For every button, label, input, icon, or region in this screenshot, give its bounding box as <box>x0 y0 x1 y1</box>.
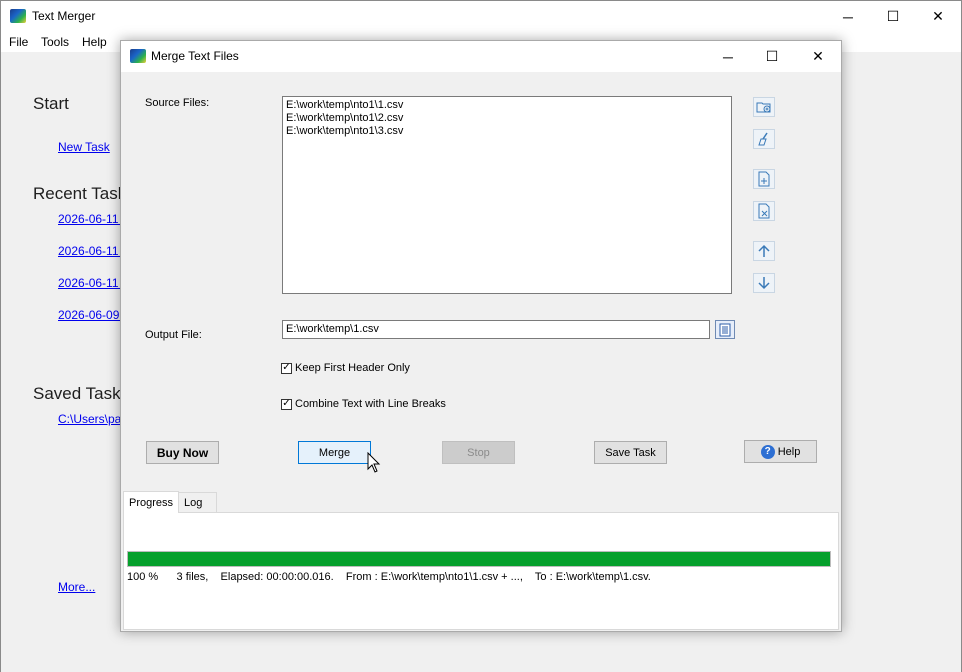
progress-fill <box>128 552 830 566</box>
combine-label: Combine Text with Line Breaks <box>295 398 446 410</box>
output-file-field[interactable]: E:\work\temp\1.csv <box>282 320 710 339</box>
start-heading: Start <box>33 94 69 113</box>
output-file-label: Output File: <box>145 329 202 341</box>
more-link[interactable]: More... <box>58 580 95 594</box>
stop-button[interactable]: Stop <box>442 441 515 464</box>
list-item[interactable]: E:\work\temp\nto1\3.csv <box>286 125 728 138</box>
mouse-cursor-icon <box>367 452 381 473</box>
progress-status-text: 100 % 3 files, Elapsed: 00:00:00.016. Fr… <box>127 571 651 583</box>
recent-item[interactable]: 2026-06-09 1 <box>58 308 129 322</box>
recent-item[interactable]: 2026-06-11 1 <box>58 212 129 226</box>
maximize-button[interactable]: ☐ <box>870 1 916 32</box>
clear-list-button[interactable] <box>753 129 775 149</box>
add-file-icon <box>758 171 770 187</box>
keep-header-option[interactable]: ✓ Keep First Header Only <box>281 362 410 374</box>
menu-help[interactable]: Help <box>82 35 107 49</box>
progress-panel: 100 % 3 files, Elapsed: 00:00:00.016. Fr… <box>123 512 839 630</box>
move-up-button[interactable] <box>753 241 775 261</box>
help-label: Help <box>777 445 801 458</box>
browse-output-button[interactable] <box>715 320 735 339</box>
move-down-button[interactable] <box>753 273 775 293</box>
tab-log[interactable]: Log <box>178 492 217 512</box>
list-item[interactable]: E:\work\temp\nto1\2.csv <box>286 112 728 125</box>
dialog-maximize-button[interactable]: ☐ <box>749 41 795 72</box>
app-title: Text Merger <box>32 9 96 23</box>
saved-item[interactable]: C:\Users\par <box>58 412 125 426</box>
new-task-link[interactable]: New Task <box>58 140 110 154</box>
recent-item[interactable]: 2026-06-11 1 <box>58 276 129 290</box>
saved-heading: Saved Tasks <box>33 384 130 403</box>
merge-dialog: Merge Text Files ─ ☐ ✕ Source Files: E:\… <box>120 40 842 632</box>
add-file-button[interactable] <box>753 169 775 189</box>
menu-tools[interactable]: Tools <box>41 35 69 49</box>
remove-file-icon <box>758 203 770 219</box>
recent-heading: Recent Task <box>33 184 127 203</box>
move-down-icon <box>758 277 770 290</box>
tab-progress[interactable]: Progress <box>123 491 179 513</box>
keep-header-label: Keep First Header Only <box>295 362 410 374</box>
add-folder-icon <box>756 102 771 113</box>
list-item[interactable]: E:\work\temp\nto1\1.csv <box>286 99 728 112</box>
source-files-list[interactable]: E:\work\temp\nto1\1.csv E:\work\temp\nto… <box>282 96 732 294</box>
help-icon: ? <box>760 444 775 459</box>
browse-icon <box>719 323 731 336</box>
dialog-close-button[interactable]: ✕ <box>795 41 841 72</box>
clear-list-icon <box>758 132 768 146</box>
tab-bar: Progress Log <box>121 491 841 513</box>
add-folder-button[interactable] <box>753 97 775 117</box>
save-task-button[interactable]: Save Task <box>594 441 667 464</box>
remove-file-button[interactable] <box>753 201 775 221</box>
minimize-button[interactable]: ─ <box>825 1 871 32</box>
app-icon <box>130 49 146 63</box>
combine-checkbox[interactable]: ✓ <box>281 398 292 410</box>
recent-item[interactable]: 2026-06-11 1 <box>58 244 129 258</box>
close-button[interactable]: ✕ <box>915 1 961 32</box>
progress-bar <box>127 551 831 567</box>
main-titlebar: Text Merger ─ ☐ ✕ <box>1 1 961 32</box>
menu-file[interactable]: File <box>9 35 28 49</box>
merge-button[interactable]: Merge <box>298 441 371 464</box>
source-files-label: Source Files: <box>145 97 210 109</box>
dialog-title: Merge Text Files <box>151 49 239 63</box>
combine-option[interactable]: ✓ Combine Text with Line Breaks <box>281 398 446 410</box>
app-icon <box>10 9 26 23</box>
dialog-minimize-button[interactable]: ─ <box>705 41 751 72</box>
dialog-titlebar: Merge Text Files ─ ☐ ✕ <box>121 41 841 72</box>
help-button[interactable]: ? Help <box>744 440 817 463</box>
buy-now-button[interactable]: Buy Now <box>146 441 219 464</box>
move-up-icon <box>758 244 770 257</box>
keep-header-checkbox[interactable]: ✓ <box>281 362 292 374</box>
